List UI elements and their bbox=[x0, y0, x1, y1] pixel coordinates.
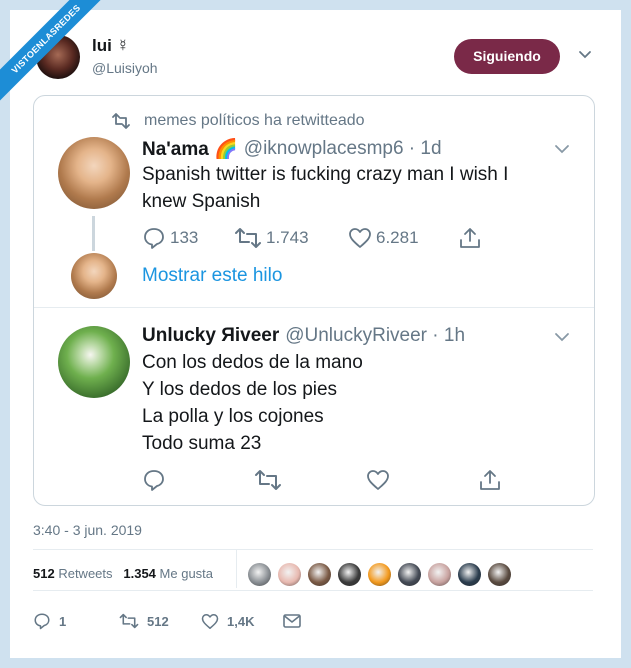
naama-avatar-small[interactable] bbox=[71, 253, 117, 299]
quoted-thread[interactable]: memes políticos ha retwitteado Na'ama 🌈 … bbox=[33, 95, 595, 506]
show-thread-link[interactable]: Mostrar este hilo bbox=[142, 265, 282, 287]
quoted-tweet-line: Spanish twitter is fucking crazy man I w… bbox=[142, 164, 509, 185]
retweets-count[interactable]: 512 bbox=[33, 566, 55, 581]
quoted-tweet-name[interactable]: Na'ama 🌈 bbox=[142, 137, 238, 161]
reply-tweet-text: Con los dedos de la mano Y los dedos de … bbox=[142, 349, 363, 457]
like-count: 6.281 bbox=[376, 228, 419, 247]
author-handle[interactable]: @Luisiyoh bbox=[92, 60, 158, 76]
reply-tweet-line: Con los dedos de la mano bbox=[142, 352, 363, 373]
direct-message-action[interactable] bbox=[283, 614, 301, 628]
reply-icon bbox=[144, 470, 164, 491]
likes-label[interactable]: Me gusta bbox=[160, 566, 213, 581]
chevron-down-icon[interactable] bbox=[554, 144, 570, 154]
tweet-stats: 512 Retweets 1.354 Me gusta bbox=[33, 566, 213, 581]
share-icon bbox=[460, 228, 480, 248]
reply-tweet-name[interactable]: Unlucky Яiveer bbox=[142, 325, 279, 347]
retweet-context: memes políticos ha retwitteado bbox=[110, 112, 365, 130]
retweet-action[interactable]: 1.743 bbox=[234, 227, 348, 249]
chevron-down-icon[interactable] bbox=[578, 50, 592, 60]
tweet-timestamp[interactable]: 3:40 - 3 jun. 2019 bbox=[33, 522, 142, 538]
liker-avatar[interactable] bbox=[248, 563, 271, 586]
reply-tweet-header: Unlucky Яiveer @UnluckyRiveer · 1h bbox=[142, 325, 465, 347]
liker-avatars bbox=[248, 563, 511, 586]
like-action[interactable]: 6.281 bbox=[348, 227, 458, 249]
liker-avatar[interactable] bbox=[338, 563, 361, 586]
like-action[interactable] bbox=[366, 469, 478, 491]
heart-icon bbox=[349, 228, 371, 248]
reply-icon bbox=[34, 613, 50, 630]
tweet-card: VISTOENLASREDES lui ☿ @Luisiyoh Siguiend… bbox=[0, 0, 621, 658]
footer-reply-count: 1 bbox=[59, 613, 67, 629]
divider bbox=[34, 307, 594, 308]
retweet-icon bbox=[112, 113, 130, 129]
reply-tweet-actions bbox=[142, 468, 502, 492]
like-action[interactable]: 1,4K bbox=[201, 613, 283, 630]
reply-tweet-line: Y los dedos de los pies bbox=[142, 379, 338, 400]
divider bbox=[33, 549, 593, 550]
quoted-tweet-handle[interactable]: @iknowplacesmp6 · 1d bbox=[244, 138, 442, 160]
reply-icon bbox=[144, 228, 164, 249]
chevron-down-icon[interactable] bbox=[554, 332, 570, 342]
thread-connector bbox=[92, 216, 95, 251]
reply-count: 133 bbox=[170, 228, 199, 247]
reply-tweet-line: Todo suma 23 bbox=[142, 433, 262, 454]
retweet-action[interactable] bbox=[254, 469, 366, 491]
reply-action[interactable] bbox=[142, 468, 254, 492]
share-icon bbox=[480, 470, 500, 490]
quoted-tweet-actions: 133 1.743 6.281 bbox=[142, 226, 482, 250]
likes-count[interactable]: 1.354 bbox=[123, 566, 156, 581]
retweet-count: 1.743 bbox=[266, 228, 309, 247]
retweets-label[interactable]: Retweets bbox=[58, 566, 112, 581]
reply-tweet-handle[interactable]: @UnluckyRiveer · 1h bbox=[285, 325, 465, 347]
author-name[interactable]: lui ☿ bbox=[92, 36, 129, 56]
liker-avatar[interactable] bbox=[458, 563, 481, 586]
quoted-tweet-text: Spanish twitter is fucking crazy man I w… bbox=[142, 161, 508, 215]
footer-like-count: 1,4K bbox=[227, 613, 255, 629]
heart-icon bbox=[201, 613, 219, 629]
quoted-tweet-header: Na'ama 🌈 @iknowplacesmp6 · 1d bbox=[142, 137, 442, 161]
reply-action[interactable]: 133 bbox=[142, 226, 234, 250]
share-action[interactable] bbox=[458, 226, 482, 250]
naama-avatar[interactable] bbox=[58, 137, 130, 209]
quoted-tweet-line: knew Spanish bbox=[142, 191, 261, 212]
retweet-icon bbox=[255, 470, 281, 490]
divider bbox=[33, 590, 593, 591]
share-action[interactable] bbox=[478, 468, 502, 492]
tweet-footer-actions: 1 512 1,4K bbox=[33, 612, 301, 630]
liker-avatar[interactable] bbox=[368, 563, 391, 586]
divider bbox=[236, 550, 237, 588]
heart-icon bbox=[367, 470, 389, 490]
retweet-icon bbox=[119, 613, 139, 629]
liker-avatar[interactable] bbox=[398, 563, 421, 586]
liker-avatar[interactable] bbox=[308, 563, 331, 586]
retweet-context-label: memes políticos ha retwitteado bbox=[144, 112, 365, 129]
reply-tweet-line: La polla y los cojones bbox=[142, 406, 324, 427]
liker-avatar[interactable] bbox=[278, 563, 301, 586]
liker-avatar[interactable] bbox=[488, 563, 511, 586]
footer-retweet-count: 512 bbox=[147, 613, 169, 629]
following-button[interactable]: Siguiendo bbox=[454, 39, 560, 74]
retweet-icon bbox=[235, 228, 261, 248]
liker-avatar[interactable] bbox=[428, 563, 451, 586]
retweet-action[interactable]: 512 bbox=[119, 613, 201, 629]
reply-action[interactable]: 1 bbox=[33, 612, 119, 630]
envelope-icon bbox=[283, 614, 301, 628]
unlucky-avatar[interactable] bbox=[58, 326, 130, 398]
